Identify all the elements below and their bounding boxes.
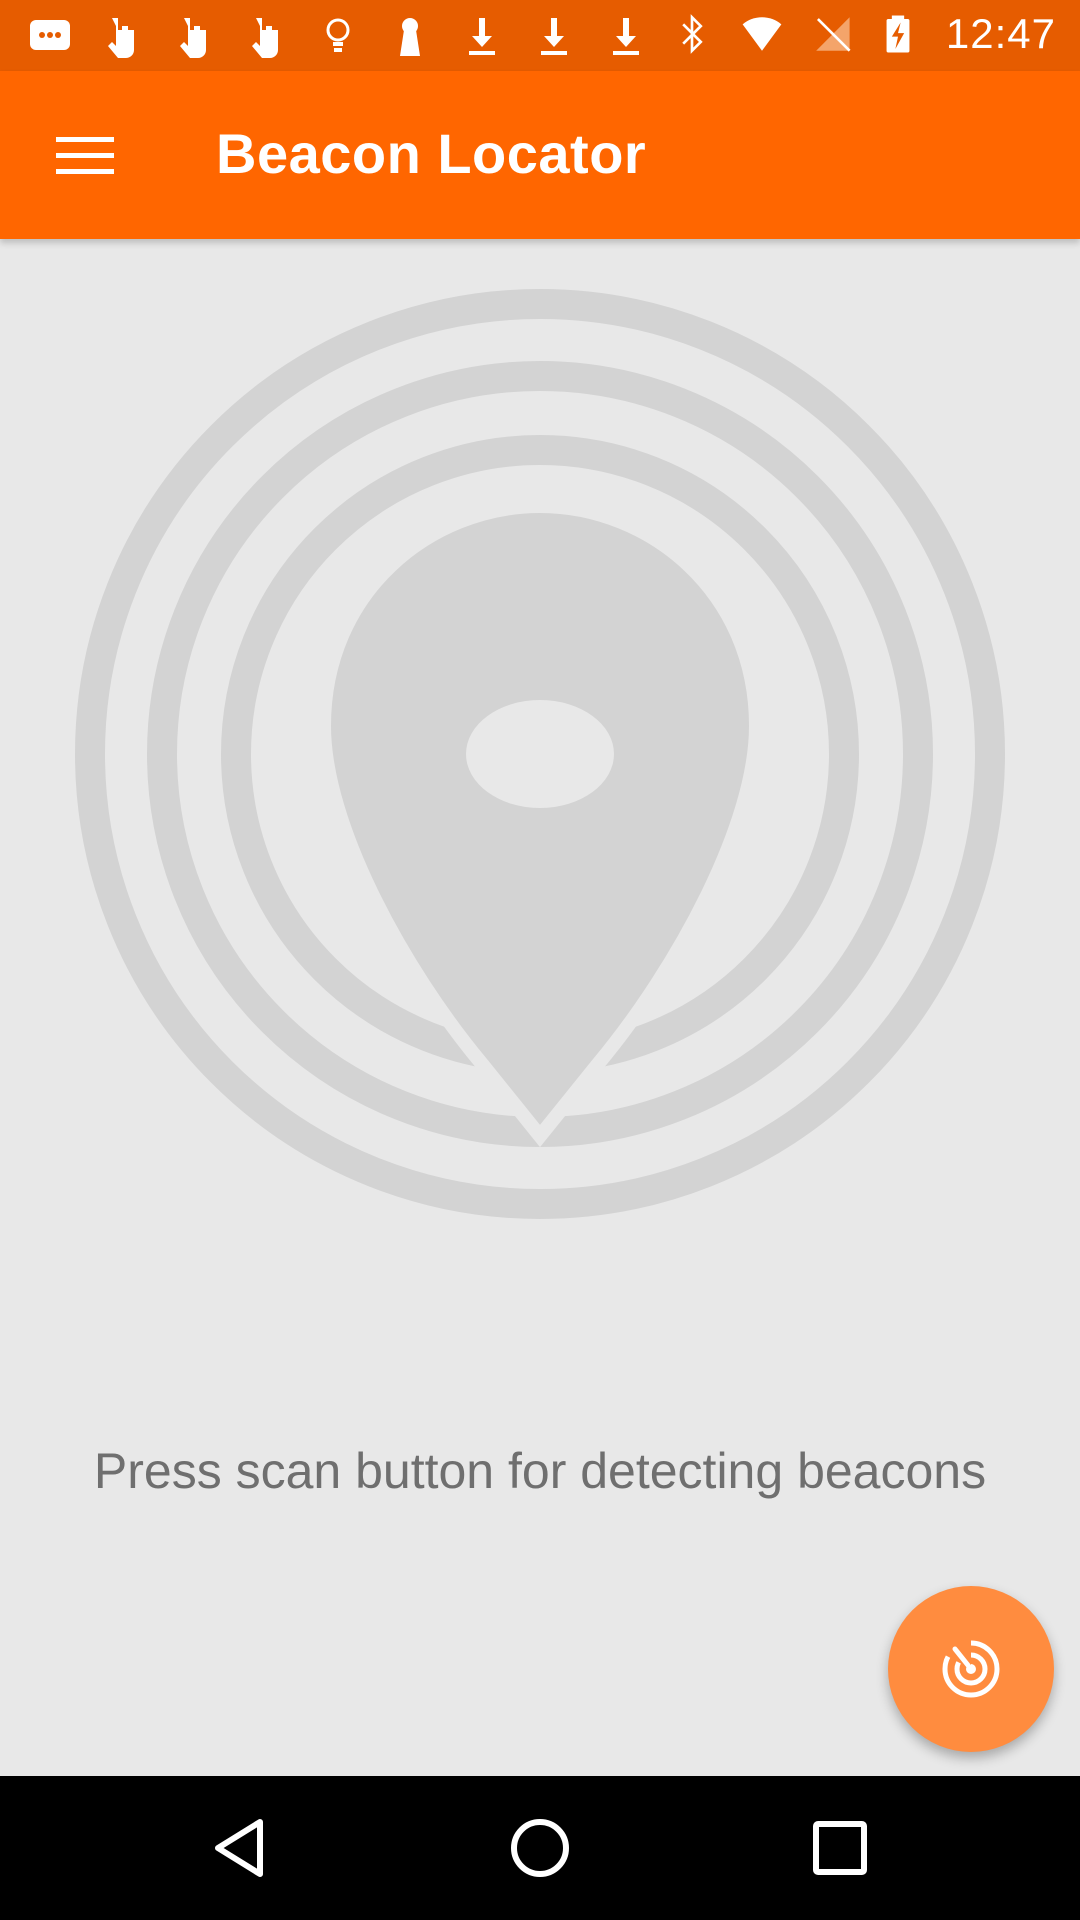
- notification-icons: [26, 14, 650, 58]
- lightbulb-icon: [326, 18, 350, 52]
- app-bar: Beacon Locator: [0, 71, 1080, 239]
- no-signal-icon: [816, 17, 851, 52]
- recents-icon: [813, 1821, 867, 1875]
- hand-icon: [180, 18, 206, 58]
- map-pin-icon: [316, 498, 764, 1148]
- download-icon: [613, 18, 639, 55]
- back-icon: [215, 1819, 263, 1877]
- empty-state-hint: Press scan button for detecting beacons: [93, 1443, 987, 1499]
- system-icons: 12:47: [668, 10, 1056, 58]
- message-icon: [30, 20, 70, 50]
- home-button[interactable]: [490, 1798, 590, 1898]
- home-icon: [511, 1819, 569, 1877]
- wifi-icon: [742, 17, 782, 51]
- hand-icon: [252, 18, 278, 58]
- hamburger-menu-icon: [56, 137, 114, 174]
- beacon-illustration: [75, 289, 1005, 1219]
- hand-icon: [108, 18, 134, 58]
- menu-button[interactable]: [30, 111, 140, 201]
- recents-button[interactable]: [790, 1798, 890, 1898]
- scan-button[interactable]: [888, 1586, 1054, 1752]
- status-clock: 12:47: [945, 10, 1056, 57]
- app-title: Beacon Locator: [216, 122, 647, 185]
- status-bar: 12:47: [0, 0, 1080, 71]
- keyhole-icon: [400, 18, 420, 56]
- back-button[interactable]: [190, 1798, 290, 1898]
- download-icon: [469, 18, 495, 55]
- bluetooth-icon: [682, 14, 703, 54]
- radar-scan-icon: [942, 1639, 1000, 1698]
- download-icon: [541, 18, 567, 55]
- battery-charging-icon: [886, 15, 910, 53]
- map-pin-hole: [466, 700, 614, 808]
- navigation-bar: [0, 1776, 1080, 1920]
